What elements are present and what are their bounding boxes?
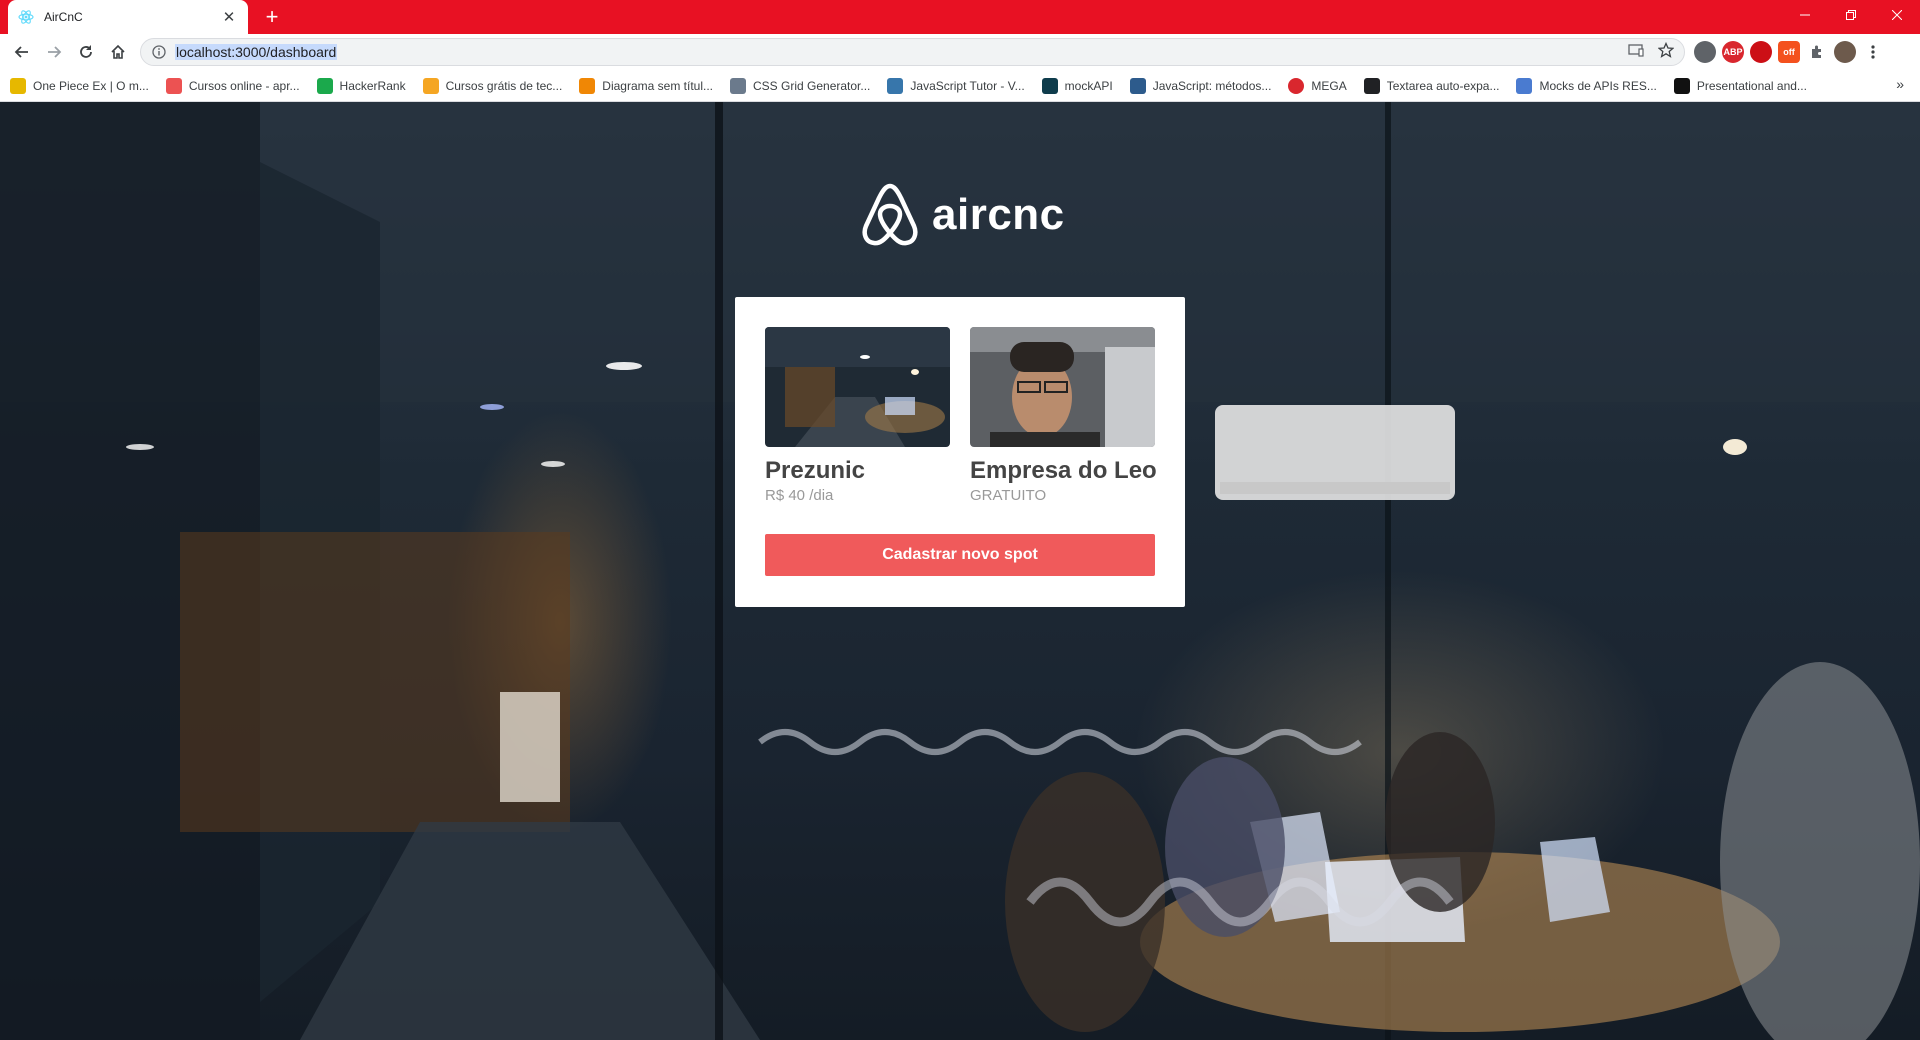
extension-adblock-icon[interactable]: ABP: [1722, 41, 1744, 63]
bookmark-label: Cursos online - apr...: [188, 78, 300, 93]
bookmark-favicon-icon: [1673, 77, 1690, 94]
bookmark-favicon-icon: [1288, 77, 1305, 94]
bookmark-favicon-icon: [316, 77, 333, 94]
dashboard-page: aircnc Prezunic R$ 40 /dia Empresa do Le…: [0, 102, 1920, 1040]
menu-kebab-icon[interactable]: [1862, 41, 1884, 63]
react-icon: [18, 9, 34, 25]
bookmark-label: mockAPI: [1064, 78, 1113, 93]
tab-close-icon[interactable]: ✕: [220, 8, 238, 26]
bookmark-label: CSS Grid Generator...: [753, 78, 871, 93]
extension-globe-icon[interactable]: [1694, 41, 1716, 63]
extensions-puzzle-icon[interactable]: [1806, 41, 1828, 63]
bookmark-item[interactable]: Cursos online - apr...: [165, 77, 300, 94]
bookmark-item[interactable]: One Piece Ex | O m...: [10, 77, 149, 94]
bookmark-favicon-icon: [1363, 77, 1380, 94]
extensions-area: ABP off: [1694, 38, 1884, 66]
bookmark-favicon-icon: [730, 77, 746, 94]
bookmark-label: Cursos grátis de tec...: [445, 78, 563, 93]
bookmark-item[interactable]: mockAPI: [1041, 77, 1113, 94]
bookmark-item[interactable]: CSS Grid Generator...: [730, 77, 871, 94]
bookmarks-bar: One Piece Ex | O m... Cursos online - ap…: [0, 70, 1920, 102]
spot-item[interactable]: Prezunic R$ 40 /dia: [765, 327, 950, 504]
new-spot-button[interactable]: Cadastrar novo spot: [765, 534, 1155, 576]
tab-title: AirCnC: [44, 10, 83, 24]
browser-titlebar: AirCnC ✕ +: [0, 0, 1920, 34]
bookmark-favicon-icon: [1041, 77, 1058, 94]
bookmark-item[interactable]: HackerRank: [316, 77, 406, 94]
bookmark-favicon-icon: [1516, 77, 1533, 94]
bookmark-item[interactable]: JavaScript Tutor - V...: [887, 77, 1025, 94]
spot-item[interactable]: Empresa do Leo GRATUITO: [970, 327, 1157, 504]
bookmarks-overflow-icon[interactable]: »: [1896, 76, 1904, 92]
brand-name: aircnc: [932, 190, 1065, 239]
bookmark-label: One Piece Ex | O m...: [33, 78, 149, 93]
profile-avatar-icon[interactable]: [1834, 41, 1856, 63]
bookmark-label: MEGA: [1311, 78, 1347, 93]
bookmark-item[interactable]: Textarea auto-expa...: [1363, 77, 1500, 94]
spot-price: GRATUITO: [970, 487, 1047, 504]
bookmark-star-icon[interactable]: [1657, 41, 1675, 63]
close-window-icon[interactable]: [1874, 0, 1920, 30]
spot-thumbnail: [765, 327, 950, 447]
new-tab-button[interactable]: +: [258, 4, 286, 30]
spot-price: R$ 40 /dia: [765, 487, 834, 504]
extension-opera-icon[interactable]: [1750, 41, 1772, 63]
forward-arrow-icon[interactable]: [40, 38, 68, 66]
bookmark-favicon-icon: [422, 77, 439, 94]
bookmark-label: Presentational and...: [1696, 78, 1807, 93]
cast-icon[interactable]: [1628, 43, 1644, 62]
bookmark-favicon-icon: [579, 77, 596, 94]
browser-toolbar: localhost:3000/dashboard ABP off: [0, 34, 1920, 70]
browser-tab[interactable]: AirCnC ✕: [8, 0, 248, 34]
bookmark-label: JavaScript Tutor - V...: [910, 78, 1025, 93]
bookmark-label: JavaScript: métodos...: [1152, 78, 1272, 93]
spots-list: Prezunic R$ 40 /dia Empresa do Leo GRATU…: [765, 327, 1157, 504]
bookmark-label: Mocks de APIs RES...: [1539, 78, 1657, 93]
bookmark-label: Textarea auto-expa...: [1386, 78, 1500, 93]
back-arrow-icon[interactable]: [8, 38, 36, 66]
bookmark-favicon-icon: [1129, 77, 1146, 94]
spot-name: Empresa do Leo: [970, 457, 1157, 484]
address-bar[interactable]: localhost:3000/dashboard: [140, 38, 1685, 66]
spot-name: Prezunic: [765, 457, 866, 484]
brand-logo: aircnc: [860, 182, 1065, 248]
bookmark-item[interactable]: Cursos grátis de tec...: [422, 77, 563, 94]
bookmark-favicon-icon: [10, 77, 26, 94]
bookmark-favicon-icon: [887, 77, 904, 94]
bookmark-item[interactable]: Diagrama sem títul...: [579, 77, 713, 94]
bookmark-item[interactable]: MEGA: [1288, 77, 1347, 94]
window-controls: [1782, 0, 1920, 34]
reload-icon[interactable]: [72, 38, 100, 66]
bookmark-favicon-icon: [165, 77, 182, 94]
bookmark-item[interactable]: JavaScript: métodos...: [1129, 77, 1272, 94]
home-icon[interactable]: [104, 38, 132, 66]
url-text[interactable]: localhost:3000/dashboard: [175, 44, 338, 60]
bookmark-item[interactable]: Mocks de APIs RES...: [1516, 77, 1657, 94]
spots-card: Prezunic R$ 40 /dia Empresa do Leo GRATU…: [735, 297, 1185, 607]
minimize-icon[interactable]: [1782, 0, 1828, 30]
info-icon[interactable]: [151, 44, 167, 60]
spot-thumbnail: [970, 327, 1155, 447]
restore-icon[interactable]: [1828, 0, 1874, 30]
bookmark-item[interactable]: Presentational and...: [1673, 77, 1807, 94]
airbnb-belo-icon: [862, 183, 918, 246]
bookmark-label: Diagrama sem títul...: [602, 78, 713, 93]
extension-off-icon[interactable]: off: [1778, 41, 1800, 63]
bookmark-label: HackerRank: [339, 78, 406, 93]
